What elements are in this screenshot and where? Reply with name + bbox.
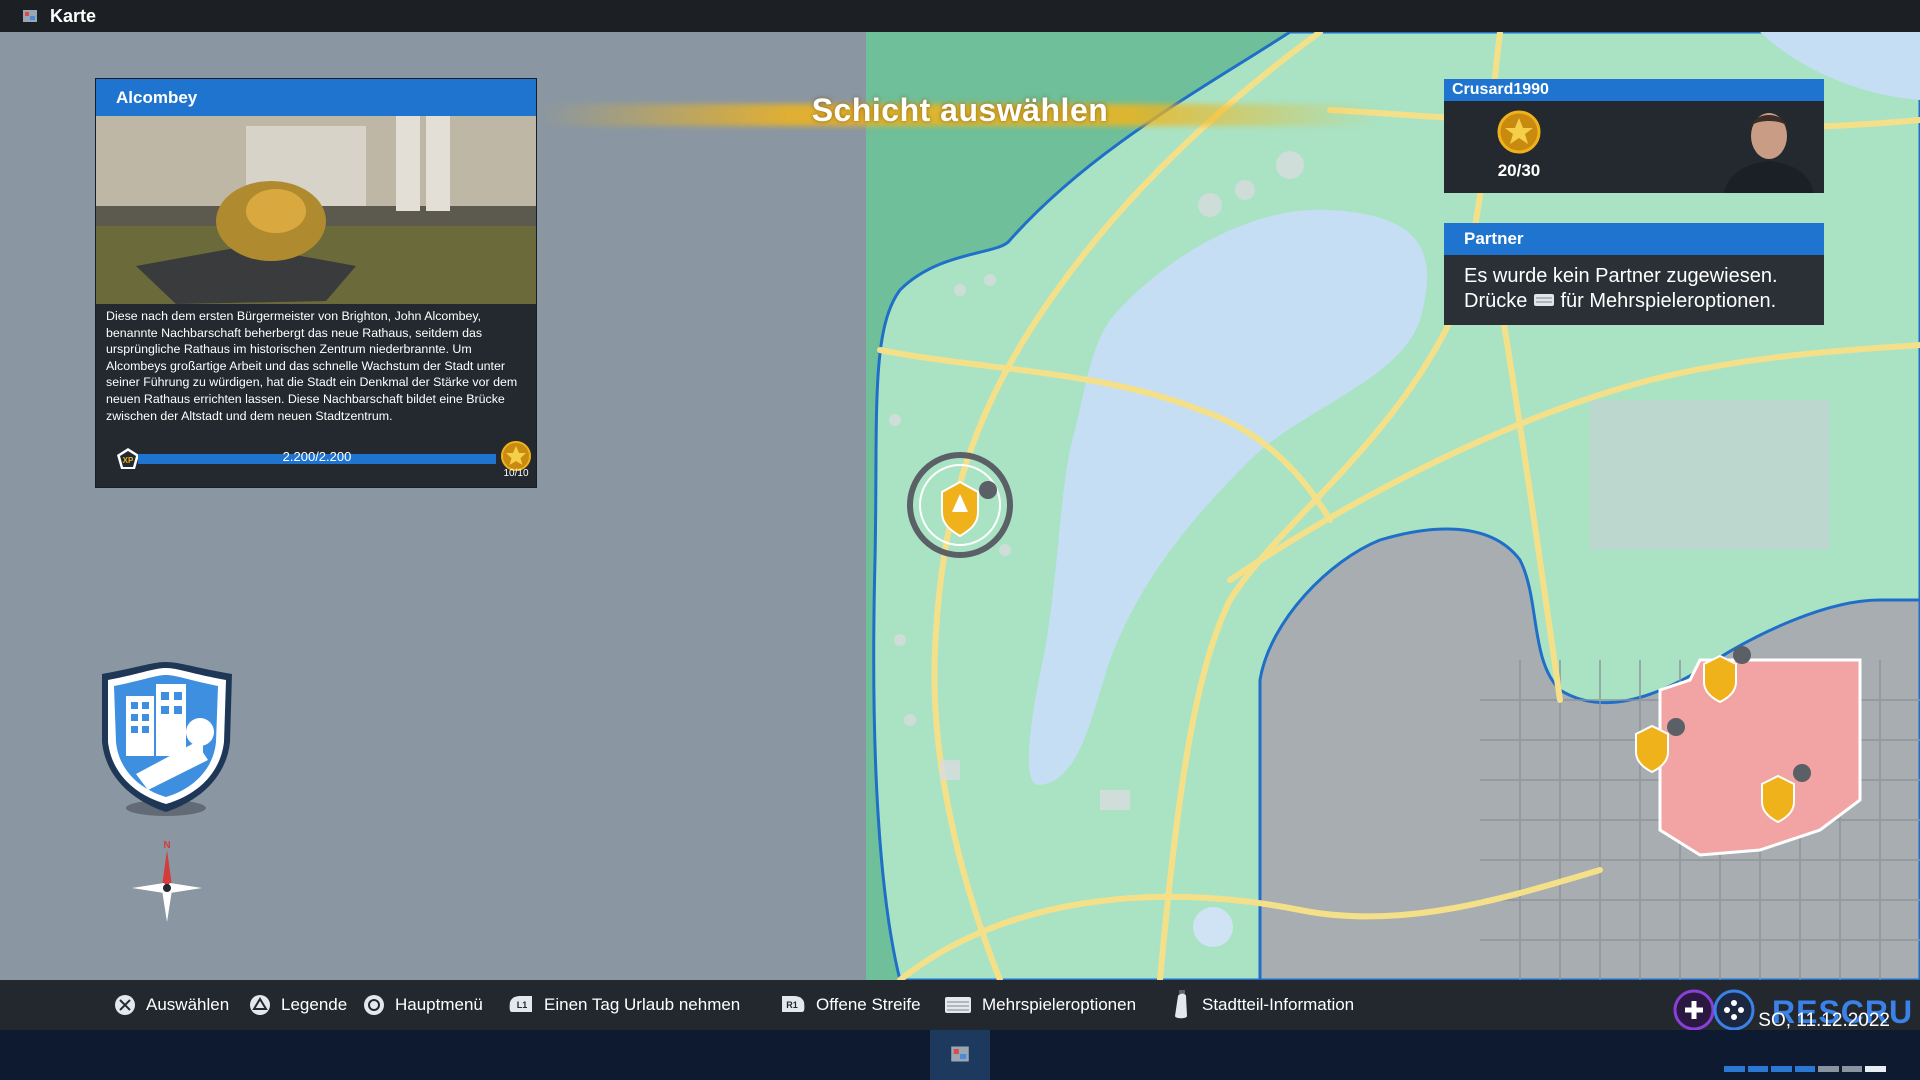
day-progress-segment bbox=[1865, 1066, 1887, 1072]
partner-message-post: für Mehrspieleroptionen. bbox=[1560, 290, 1777, 312]
district-xp-row: XP 2.200/2.200 10/10 bbox=[116, 441, 531, 479]
banner-title: Schicht auswählen bbox=[811, 92, 1109, 128]
hint-select-label: Auswählen bbox=[146, 995, 230, 1014]
partner-message-line1: Es wurde kein Partner zugewiesen. bbox=[1464, 265, 1778, 287]
cross-button-icon bbox=[115, 995, 135, 1015]
hint-main-menu[interactable]: Hauptmenü bbox=[363, 980, 483, 1030]
marina-icon bbox=[1193, 907, 1233, 947]
star-rank-icon bbox=[1497, 110, 1541, 154]
map-app-icon bbox=[23, 10, 37, 22]
day-progress-segment bbox=[1771, 1066, 1792, 1072]
player-portrait bbox=[1724, 113, 1814, 193]
touchpad-button-icon bbox=[945, 997, 971, 1013]
hint-open-patrol[interactable]: R1 Offene Streife bbox=[780, 980, 921, 1030]
shift-select-banner: Schicht auswählen bbox=[540, 90, 1380, 138]
controller-hints-bar: Auswählen Legende Hauptmenü L1 Einen Tag… bbox=[0, 980, 1920, 1030]
hint-legend-label: Legende bbox=[281, 995, 348, 1014]
player-panel: Crusard1990 20/30 bbox=[1444, 79, 1824, 193]
triangle-button-icon bbox=[250, 995, 270, 1015]
r1-button-icon: R1 bbox=[782, 996, 805, 1012]
window-title: Karte bbox=[50, 5, 97, 26]
xp-badge-label: XP bbox=[123, 456, 134, 465]
l1-button-label: L1 bbox=[517, 1000, 528, 1010]
right-stick-icon bbox=[1175, 990, 1187, 1019]
district-info-panel: Alcombey Diese nach dem ersten Bürgermei… bbox=[96, 79, 536, 487]
map-app-icon bbox=[951, 1046, 969, 1062]
day-progress-segment bbox=[1724, 1066, 1745, 1072]
hint-day-off-label: Einen Tag Urlaub nehmen bbox=[544, 995, 741, 1014]
xp-badge-icon: XP bbox=[117, 448, 139, 469]
hint-select[interactable]: Auswählen bbox=[114, 980, 229, 1030]
hint-open-patrol-label: Offene Streife bbox=[816, 995, 921, 1014]
day-progress-segment bbox=[1818, 1066, 1839, 1072]
xp-progress-text: 2.200/2.200 bbox=[282, 449, 352, 464]
hint-multiplayer[interactable]: Mehrspieleroptionen bbox=[944, 980, 1136, 1030]
district-description: Diese nach dem ersten Bürgermeister von … bbox=[106, 309, 518, 423]
hint-multiplayer-label: Mehrspieleroptionen bbox=[982, 995, 1137, 1014]
compass-icon: N bbox=[132, 840, 202, 922]
district-name: Alcombey bbox=[96, 79, 536, 116]
touchpad-button-icon bbox=[1533, 294, 1554, 306]
partner-message: Es wurde kein Partner zugewiesen. Drücke… bbox=[1444, 255, 1824, 314]
day-progress-segment bbox=[1794, 1066, 1816, 1072]
compass-north-label: N bbox=[163, 840, 170, 851]
day-progress-segment bbox=[1747, 1066, 1769, 1072]
l1-button-icon: L1 bbox=[509, 996, 532, 1012]
ingame-date: SO, 11.12.2022 bbox=[1758, 1010, 1890, 1031]
hint-main-menu-label: Hauptmenü bbox=[395, 995, 483, 1014]
district-level-text: 10/10 bbox=[503, 468, 529, 479]
parking-lot bbox=[1590, 400, 1830, 550]
window-titlebar: Karte bbox=[0, 0, 1920, 32]
district-photo bbox=[96, 116, 536, 304]
partner-panel: Partner Es wurde kein Partner zugewiesen… bbox=[1444, 223, 1824, 325]
taskbar bbox=[0, 1030, 1920, 1080]
r1-button-label: R1 bbox=[786, 1000, 798, 1010]
partner-message-pre: Drücke bbox=[1464, 290, 1528, 312]
partner-title: Partner bbox=[1444, 223, 1824, 255]
hint-day-off[interactable]: L1 Einen Tag Urlaub nehmen bbox=[508, 980, 740, 1030]
taskbar-map-app[interactable] bbox=[930, 1030, 990, 1080]
player-rank-text: 20/30 bbox=[1497, 161, 1541, 180]
district-emblem-icon bbox=[102, 662, 232, 816]
circle-button-icon bbox=[364, 995, 384, 1015]
hint-district-info[interactable]: Stadtteil-Information bbox=[1170, 980, 1354, 1030]
day-progress-segment bbox=[1841, 1066, 1863, 1072]
hint-district-info-label: Stadtteil-Information bbox=[1202, 995, 1355, 1014]
hint-legend[interactable]: Legende bbox=[249, 980, 347, 1030]
player-name: Crusard1990 bbox=[1444, 79, 1824, 101]
partner-message-line2: Drücke für Mehrspieleroptionen. bbox=[1464, 289, 1824, 314]
day-progress-bars bbox=[1724, 1066, 1887, 1072]
